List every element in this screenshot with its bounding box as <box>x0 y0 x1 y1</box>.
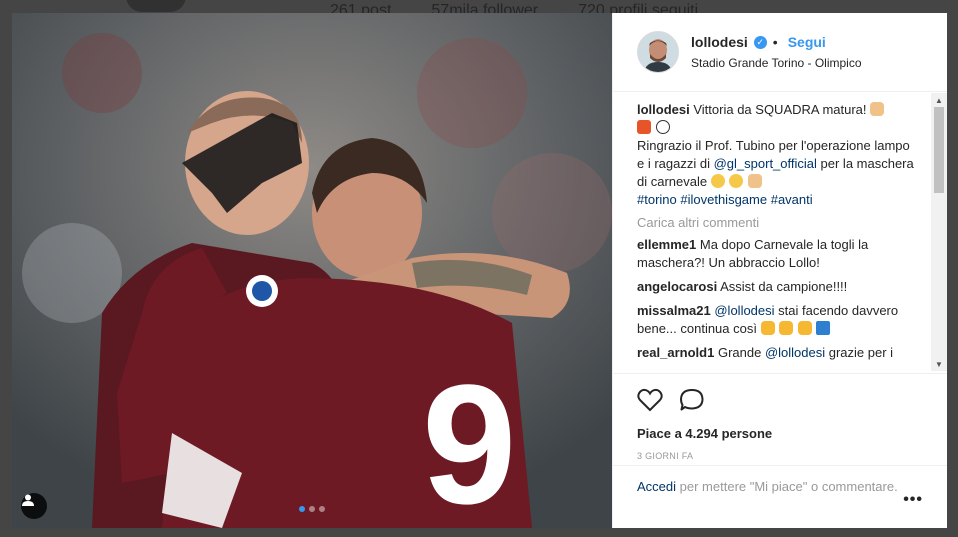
load-more-comments-button[interactable]: Carica altri commenti <box>637 215 931 230</box>
flexed-biceps-emoji <box>779 321 794 335</box>
hashtag-ilovethisgame[interactable]: #ilovethisgame <box>680 192 767 207</box>
carousel-dot-1 <box>299 506 305 512</box>
list-item: real_arnold1 Grande @lollodesi grazie pe… <box>637 344 917 362</box>
post-image: 9 <box>12 13 612 528</box>
comments-scrollbar[interactable]: ▲ ▼ <box>931 93 947 371</box>
scroll-up-arrow-icon[interactable]: ▲ <box>931 93 947 107</box>
login-link[interactable]: Accedi <box>637 479 676 494</box>
header-text: lollodesi ✓ • Segui Stadio Grande Torino… <box>691 34 862 70</box>
action-icons <box>637 386 923 414</box>
scroll-down-arrow-icon[interactable]: ▼ <box>931 357 947 371</box>
hashtag-torino[interactable]: #torino <box>637 192 677 207</box>
caption-username[interactable]: lollodesi <box>637 102 690 117</box>
more-options-icon[interactable]: ••• <box>903 491 923 509</box>
post-actions: Piace a 4.294 persone 3 GIORNI FA <box>613 373 947 461</box>
comment-username[interactable]: ellemme1 <box>637 237 696 252</box>
heart-icon[interactable] <box>637 388 663 412</box>
login-prompt: Accedi per mettere "Mi piace" o commenta… <box>613 465 947 496</box>
flexed-biceps-emoji <box>760 321 775 335</box>
carousel-indicator <box>299 506 325 512</box>
soccer-ball-emoji <box>655 120 670 134</box>
avatar-image <box>638 32 678 72</box>
post-photo[interactable]: 9 <box>12 13 612 528</box>
location-link[interactable]: Stadio Grande Torino - Olimpico <box>691 56 862 70</box>
comment-text-2: grazie per i <box>828 345 894 360</box>
comment-mention[interactable]: @lollodesi <box>765 345 825 360</box>
comment-text: Assist da campione!!!! <box>720 279 848 294</box>
avatar[interactable] <box>637 31 679 73</box>
carousel-dot-3 <box>319 506 325 512</box>
header-line: lollodesi ✓ • Segui <box>691 34 862 50</box>
comment-username[interactable]: missalma21 <box>637 303 711 318</box>
comments-list: lollodesi Vittoria da SQUADRA matura! Ri… <box>613 91 931 371</box>
comment-text: Grande <box>717 345 762 360</box>
carousel-dot-2 <box>309 506 315 512</box>
user-tag-button[interactable] <box>21 493 47 519</box>
flexed-biceps-emoji <box>870 102 885 116</box>
caption-mention[interactable]: @gl_sport_official <box>714 156 817 171</box>
comment-username[interactable]: real_arnold1 <box>637 345 714 360</box>
comment-icon[interactable] <box>679 388 705 412</box>
follow-button[interactable]: Segui <box>788 34 826 50</box>
likes-count[interactable]: Piace a 4.294 persone <box>637 426 923 441</box>
verified-badge-icon: ✓ <box>753 35 767 49</box>
top-arrow-emoji <box>816 321 831 335</box>
comment-username[interactable]: angelocarosi <box>637 279 717 294</box>
caption: lollodesi Vittoria da SQUADRA matura! Ri… <box>637 101 917 209</box>
post-timestamp: 3 GIORNI FA <box>637 451 694 461</box>
scrollbar-thumb[interactable] <box>934 107 944 193</box>
list-item: angelocarosi Assist da campione!!!! <box>637 278 917 296</box>
face-emoji-2 <box>729 174 744 188</box>
hand-emoji <box>747 174 762 188</box>
person-icon <box>22 494 34 506</box>
list-item: ellemme1 Ma dopo Carnevale la togli la m… <box>637 236 917 272</box>
comment-mention[interactable]: @lollodesi <box>714 303 774 318</box>
flexed-biceps-emoji <box>797 321 812 335</box>
header-username[interactable]: lollodesi <box>691 34 748 50</box>
login-prompt-text: per mettere "Mi piace" o commentare. <box>679 479 898 494</box>
collision-emoji <box>637 120 651 134</box>
list-item: missalma21 @lollodesi stai facendo davve… <box>637 302 917 338</box>
svg-text:9: 9 <box>422 350 517 528</box>
face-emoji-1 <box>710 174 725 188</box>
caption-text-1: Vittoria da SQUADRA matura! <box>693 102 867 117</box>
post-sidebar: lollodesi ✓ • Segui Stadio Grande Torino… <box>612 13 947 528</box>
post-header: lollodesi ✓ • Segui Stadio Grande Torino… <box>613 13 947 92</box>
header-bullet: • <box>772 34 778 50</box>
post-modal: 9 lollodesi ✓ • Segui Stadio Grande Tori… <box>12 13 947 528</box>
hashtag-avanti[interactable]: #avanti <box>771 192 813 207</box>
